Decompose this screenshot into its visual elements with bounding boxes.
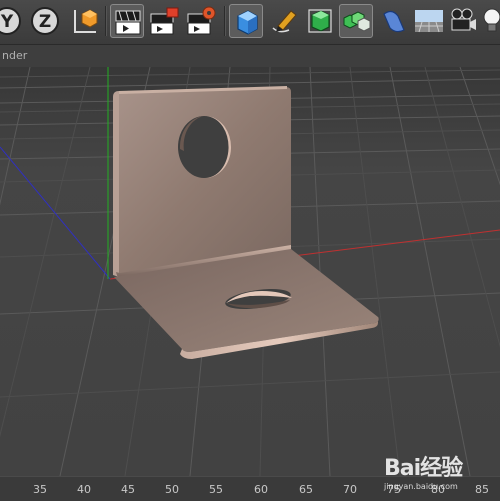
timeline-tick: 45 <box>121 483 135 496</box>
camera-icon <box>451 8 476 31</box>
viewport-header: nder <box>0 45 500 68</box>
viewport-canvas[interactable] <box>0 67 500 476</box>
axis-y-lock-button[interactable]: Y <box>0 4 24 38</box>
render-settings-icon <box>187 6 216 35</box>
cube-button[interactable] <box>229 4 263 38</box>
timeline-tick: 50 <box>165 483 179 496</box>
light-button[interactable] <box>478 4 500 38</box>
viewport-title: nder <box>2 49 28 62</box>
subdivision-button[interactable] <box>303 4 337 38</box>
timeline-tick: 40 <box>77 483 91 496</box>
array-button[interactable] <box>339 4 373 38</box>
timeline-tick: 55 <box>209 483 223 496</box>
pen-button[interactable] <box>267 4 301 38</box>
main-toolbar: Y Z <box>0 0 500 45</box>
perspective-viewport[interactable] <box>0 67 500 476</box>
render-view-icon <box>115 10 141 35</box>
render-view-button[interactable] <box>110 4 144 38</box>
camera-button[interactable] <box>446 4 480 38</box>
watermark-logo: Bai经验 <box>384 456 463 481</box>
deformer-button[interactable] <box>376 4 410 38</box>
render-picture-viewer-button[interactable] <box>147 4 181 38</box>
axis-z-icon: Z <box>31 7 59 35</box>
timeline-tick: 70 <box>343 483 357 496</box>
watermark-url: jingyan.baidu.com <box>384 482 458 491</box>
light-bulb-icon <box>483 8 500 32</box>
timeline-tick: 60 <box>254 483 268 496</box>
axis-z-lock-button[interactable]: Z <box>28 4 62 38</box>
timeline-tick: 65 <box>299 483 313 496</box>
axis-z-label: Z <box>39 12 51 32</box>
deformer-icon <box>383 10 405 33</box>
cube-icon <box>237 10 258 35</box>
array-icon <box>343 11 371 32</box>
coordinate-system-button[interactable] <box>66 4 100 38</box>
axis-y-icon: Y <box>0 7 21 35</box>
baidu-jingyan-watermark: Bai经验 jingyan.baidu.com <box>384 448 500 498</box>
pen-icon <box>272 10 297 33</box>
subdivision-icon <box>308 9 332 33</box>
floor-button[interactable] <box>412 4 446 38</box>
floor-icon <box>415 10 443 33</box>
coordinate-system-icon <box>74 9 98 33</box>
timeline-tick: 35 <box>33 483 47 496</box>
render-settings-button[interactable] <box>184 4 218 38</box>
render-picture-viewer-icon <box>150 7 179 35</box>
axis-y-label: Y <box>0 12 14 32</box>
